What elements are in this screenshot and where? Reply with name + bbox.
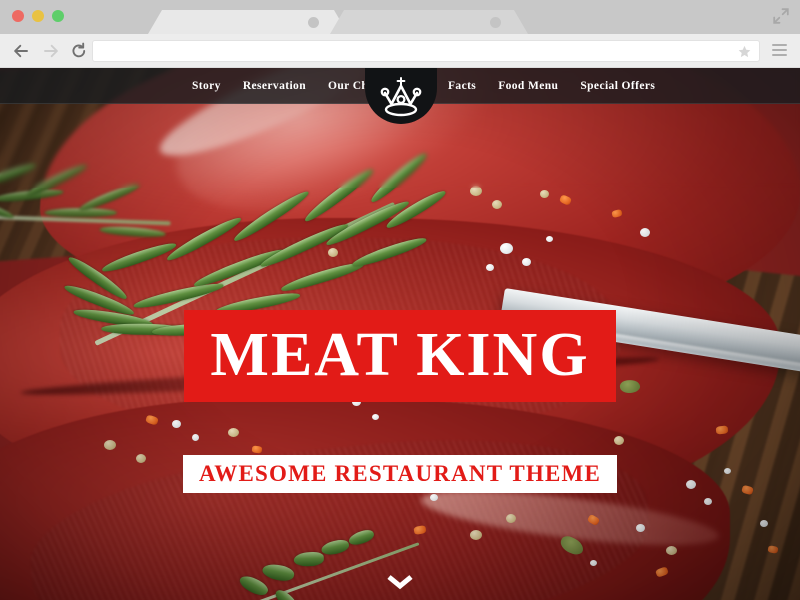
browser-titlebar — [0, 0, 800, 34]
chevron-down-icon[interactable] — [385, 573, 415, 591]
browser-tab-1[interactable] — [148, 10, 348, 34]
window-controls — [12, 10, 64, 22]
nav-link-reservation[interactable]: Reservation — [243, 80, 306, 92]
hamburger-menu-icon[interactable] — [772, 44, 787, 56]
maximize-window-button[interactable] — [52, 10, 64, 22]
hero-subtitle: AWESOME RESTAURANT THEME — [183, 455, 617, 494]
page-title: MEAT KING — [184, 309, 616, 402]
nav-links-left: Story Reservation Our Chefs — [192, 68, 383, 104]
minimize-window-button[interactable] — [32, 10, 44, 22]
site-navigation: Story Reservation Our Chefs Facts Food M… — [0, 68, 800, 124]
arrow-right-icon[interactable] — [42, 42, 60, 60]
close-window-button[interactable] — [12, 10, 24, 22]
tab-favicon-1 — [308, 17, 319, 28]
browser-window: Story Reservation Our Chefs Facts Food M… — [0, 0, 800, 600]
address-bar[interactable] — [92, 40, 760, 62]
expand-arrows-icon[interactable] — [772, 7, 790, 25]
nav-links-right: Facts Food Menu Special Offers — [448, 68, 655, 104]
nav-link-facts[interactable]: Facts — [448, 80, 476, 92]
arrow-left-icon[interactable] — [12, 42, 30, 60]
reload-icon[interactable] — [70, 42, 88, 60]
nav-link-story[interactable]: Story — [192, 80, 221, 92]
browser-toolbar — [0, 34, 800, 68]
star-icon[interactable] — [738, 45, 751, 58]
hero-text-block: MEAT KING AWESOME RESTAURANT THEME — [0, 268, 800, 494]
nav-link-special-offers[interactable]: Special Offers — [580, 80, 655, 92]
tab-favicon-2 — [490, 17, 501, 28]
browser-tab-2[interactable] — [330, 10, 528, 34]
nav-link-food-menu[interactable]: Food Menu — [498, 80, 558, 92]
crown-icon — [380, 77, 422, 117]
page-viewport: Story Reservation Our Chefs Facts Food M… — [0, 68, 800, 600]
